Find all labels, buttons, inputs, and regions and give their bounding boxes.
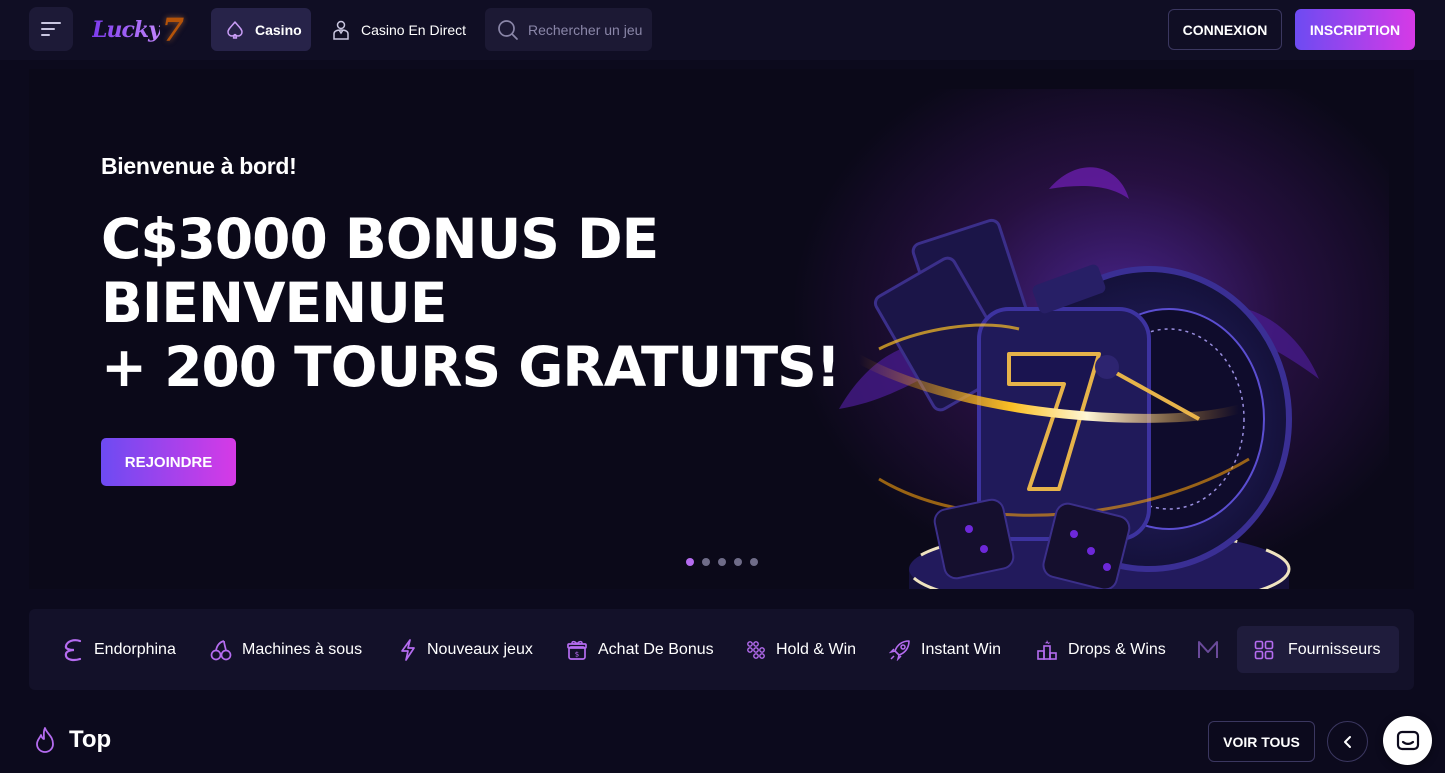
category-label: Hold & Win bbox=[776, 640, 857, 658]
top-header: Lucky 7 Casino Casino En Direct CONNEXIO… bbox=[0, 0, 1445, 60]
category-hold-win[interactable]: Hold & Win bbox=[746, 609, 856, 690]
category-label: Drops & Wins bbox=[1068, 640, 1166, 658]
category-label: Instant Win bbox=[921, 640, 1002, 658]
podium-icon bbox=[1037, 639, 1057, 660]
chevron-left-icon bbox=[1343, 735, 1351, 748]
game-search[interactable] bbox=[485, 8, 652, 51]
category-new-games[interactable]: Nouveaux jeux bbox=[399, 609, 533, 690]
search-input[interactable] bbox=[528, 21, 648, 38]
hero-headline: C$3000 BONUS DE BIENVENUE + 200 TOURS GR… bbox=[101, 207, 861, 399]
hero-headline-line: BIENVENUE bbox=[101, 271, 447, 335]
cherries-icon bbox=[210, 639, 232, 660]
hero-banner: Bienvenue à bord! C$3000 BONUS DE BIENVE… bbox=[29, 69, 1414, 589]
login-button[interactable]: CONNEXION bbox=[1168, 9, 1282, 50]
menu-button[interactable] bbox=[29, 7, 73, 51]
see-all-button[interactable]: VOIR TOUS bbox=[1208, 721, 1315, 762]
gift-icon: $ bbox=[567, 640, 587, 660]
nav-tab-live-label: Casino En Direct bbox=[361, 21, 467, 38]
category-endorphina[interactable]: Endorphina bbox=[62, 609, 176, 690]
spade-icon bbox=[227, 20, 243, 39]
logo-text: Lucky bbox=[92, 17, 161, 43]
site-logo[interactable]: Lucky 7 bbox=[92, 8, 188, 52]
nav-tab-live-casino[interactable]: Casino En Direct bbox=[331, 8, 466, 51]
slot-machine-illustration bbox=[839, 167, 1319, 589]
category-instant-win[interactable]: Instant Win bbox=[889, 609, 1001, 690]
hero-headline-line: C$3000 BONUS DE bbox=[101, 207, 659, 271]
hero-welcome-text: Bienvenue à bord! bbox=[101, 153, 297, 179]
category-more-faded[interactable] bbox=[1197, 609, 1219, 690]
category-drops-wins[interactable]: Drops & Wins bbox=[1036, 609, 1166, 690]
carousel-dots bbox=[686, 558, 758, 566]
rocket-icon bbox=[889, 639, 910, 661]
category-bonus-buy[interactable]: $ Achat De Bonus bbox=[566, 609, 714, 690]
carousel-dot[interactable] bbox=[750, 558, 758, 566]
providers-button[interactable]: Fournisseurs bbox=[1237, 626, 1399, 673]
svg-text:$: $ bbox=[575, 650, 579, 658]
m-logo-icon bbox=[1198, 640, 1218, 658]
category-slots[interactable]: Machines à sous bbox=[210, 609, 362, 690]
nav-tab-casino[interactable]: Casino bbox=[211, 8, 311, 51]
category-label: Endorphina bbox=[94, 640, 176, 658]
carousel-dot[interactable] bbox=[686, 558, 694, 566]
flame-icon bbox=[36, 727, 54, 753]
hero-headline-line: + 200 TOURS GRATUITS! bbox=[101, 335, 841, 399]
carousel-dot[interactable] bbox=[734, 558, 742, 566]
logo-number: 7 bbox=[161, 11, 185, 49]
lightning-icon bbox=[401, 638, 415, 661]
endorphina-icon bbox=[64, 638, 82, 661]
register-button[interactable]: INSCRIPTION bbox=[1295, 9, 1415, 50]
live-chat-button[interactable] bbox=[1383, 716, 1432, 765]
category-label: Achat De Bonus bbox=[598, 640, 714, 658]
category-label: Machines à sous bbox=[242, 640, 363, 658]
providers-label: Fournisseurs bbox=[1288, 640, 1381, 658]
carousel-prev-button[interactable] bbox=[1327, 721, 1368, 762]
hamburger-icon bbox=[41, 22, 61, 36]
carousel-dot[interactable] bbox=[718, 558, 726, 566]
top-section-title: Top bbox=[33, 726, 111, 754]
nav-tab-casino-label: Casino bbox=[255, 21, 302, 38]
top-section-title-text: Top bbox=[69, 726, 112, 753]
category-bar: Endorphina Machines à sous Nouveaux jeux… bbox=[29, 609, 1414, 690]
search-icon bbox=[498, 19, 518, 40]
join-button[interactable]: REJOINDRE bbox=[101, 438, 236, 486]
chat-icon bbox=[1396, 730, 1419, 750]
grid-dots-icon bbox=[747, 640, 765, 659]
carousel-dot[interactable] bbox=[702, 558, 710, 566]
grid-icon bbox=[1254, 640, 1274, 659]
dealer-icon bbox=[333, 20, 349, 40]
category-label: Nouveaux jeux bbox=[427, 640, 533, 658]
